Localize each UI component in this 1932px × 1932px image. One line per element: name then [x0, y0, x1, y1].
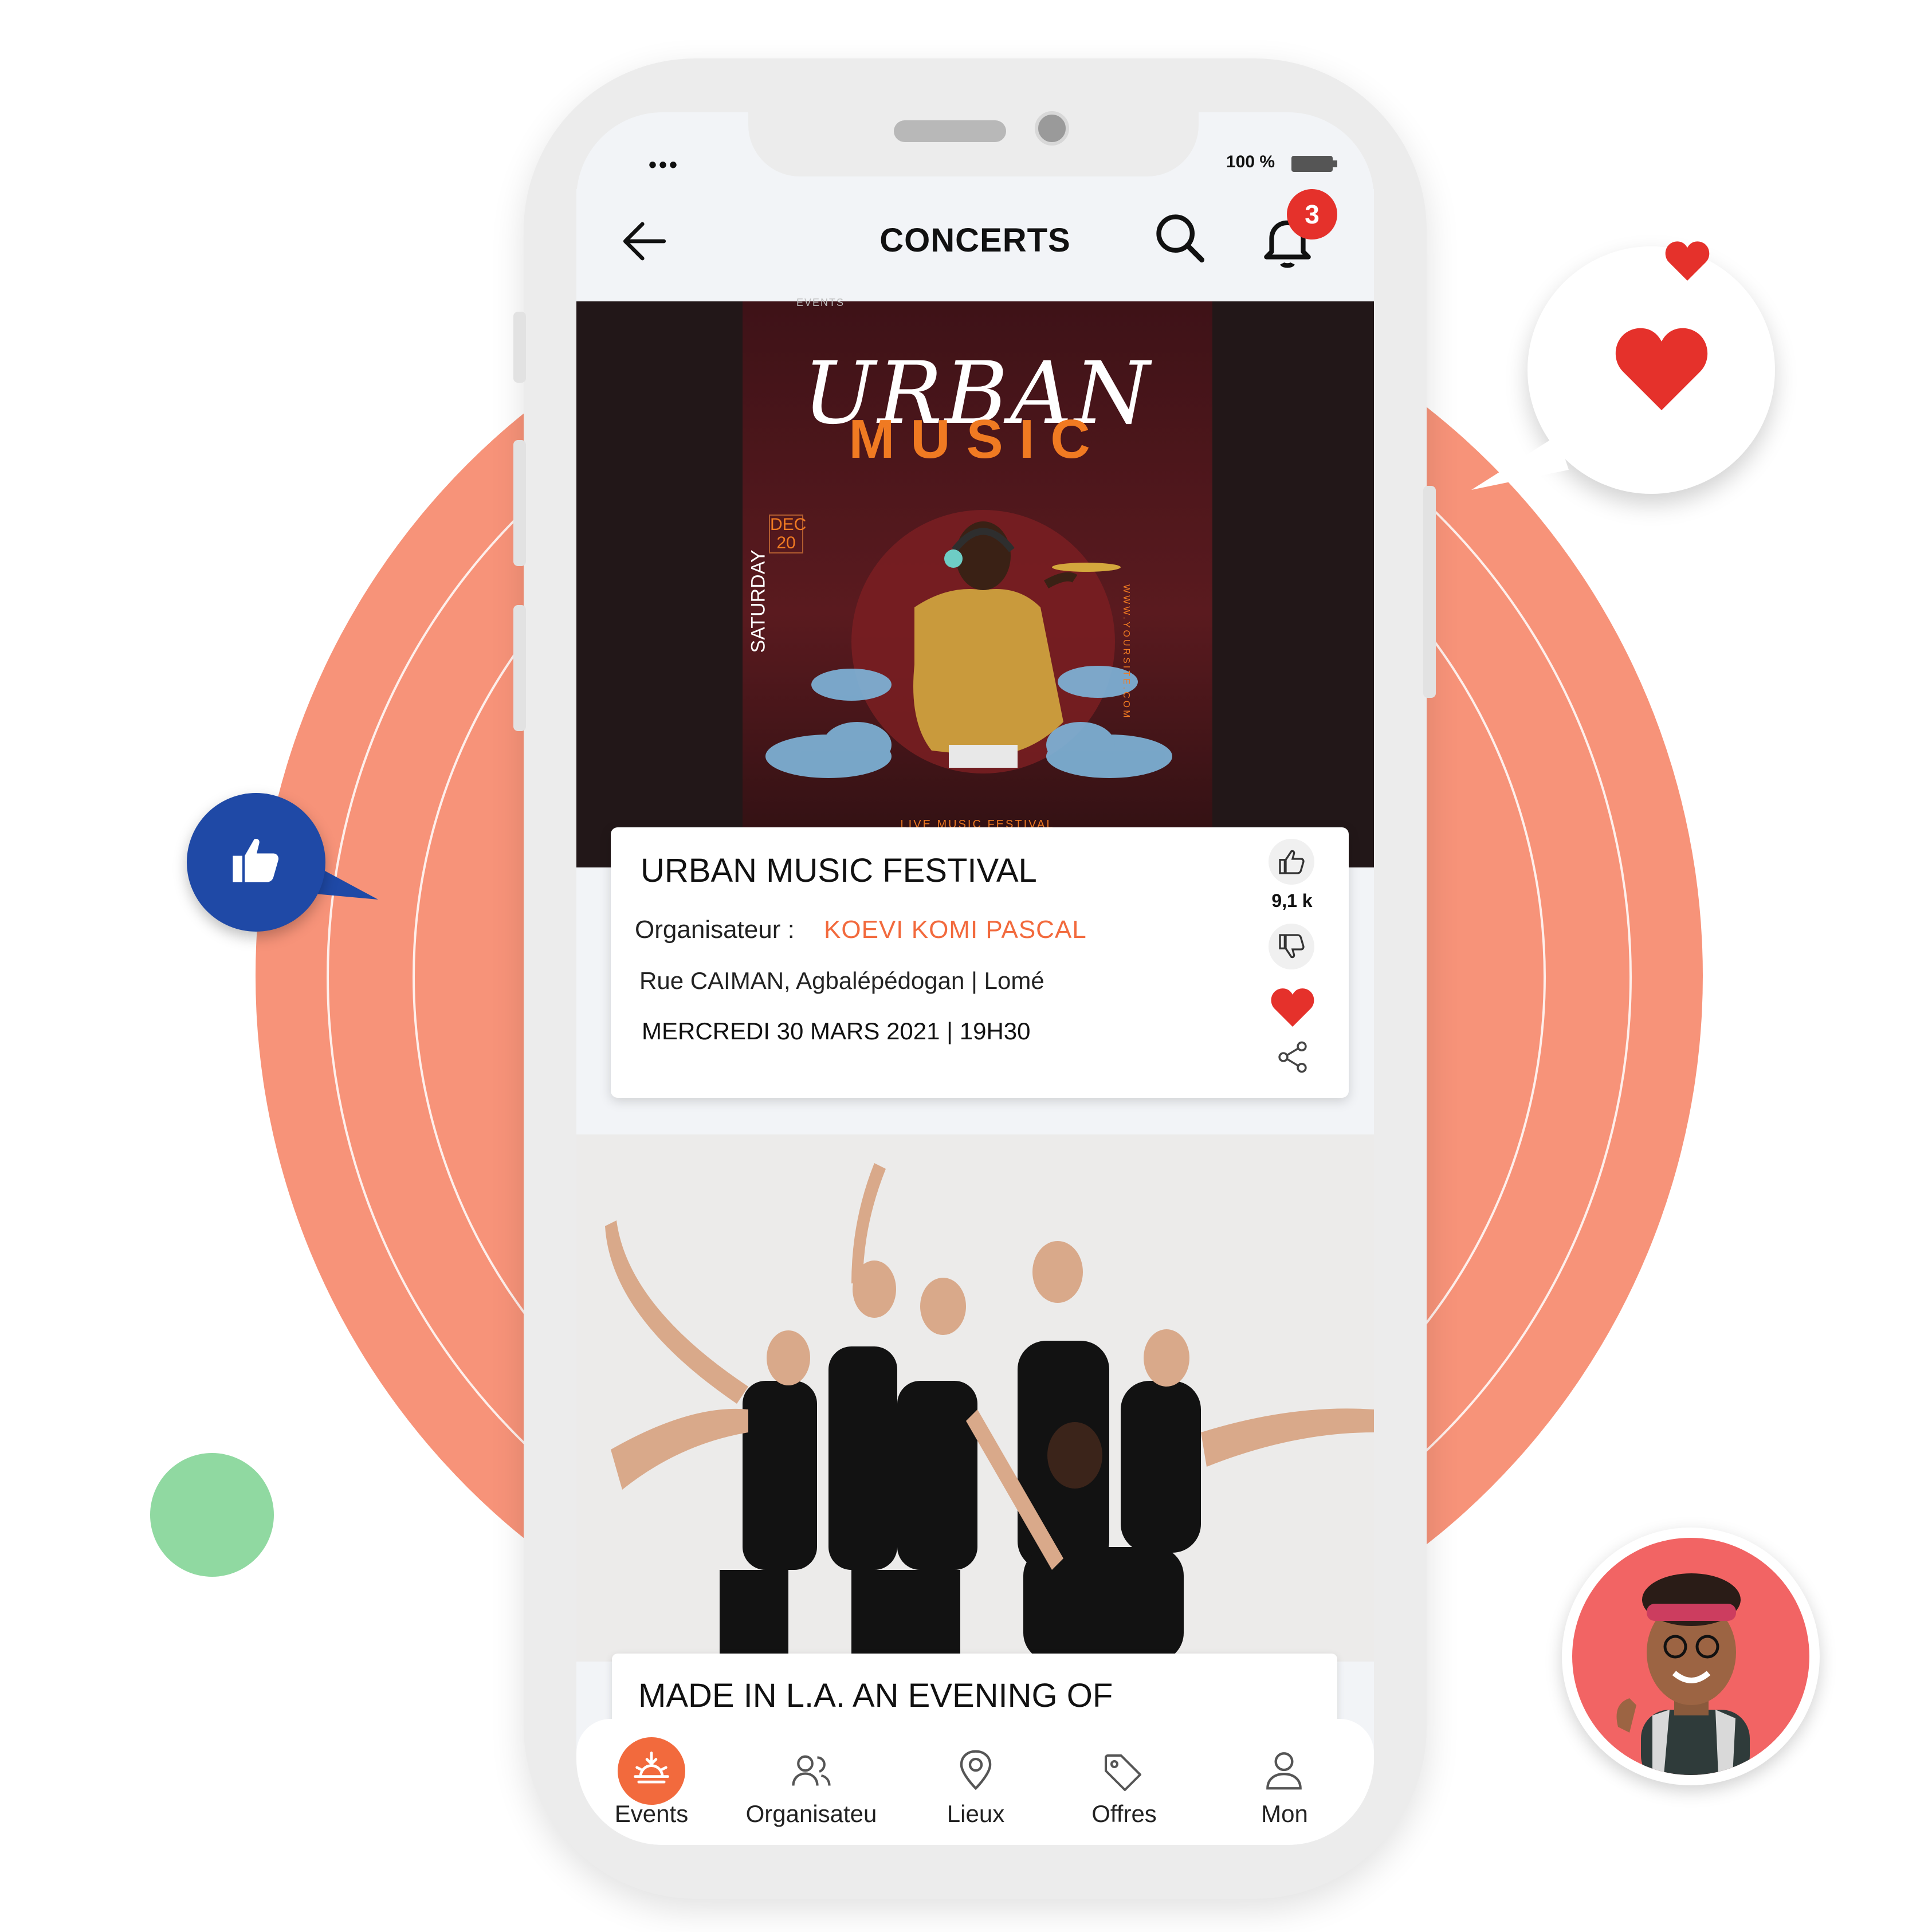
dislike-button[interactable] [1269, 924, 1314, 969]
share-icon[interactable] [1274, 1037, 1311, 1077]
side-button [513, 605, 526, 731]
thumbs-down-icon [1279, 934, 1305, 959]
location-pin-icon[interactable] [951, 1745, 1000, 1794]
poster-month: DEC [770, 515, 807, 534]
organizer-name[interactable]: KOEVI KOMI PASCAL [824, 916, 1087, 944]
event-datetime: MERCREDI 30 MARS 2021 | 19H30 [642, 1018, 1031, 1044]
poster-weekday: SATURDAY [747, 549, 769, 653]
avatar [1572, 1538, 1809, 1775]
camera [1035, 111, 1069, 146]
search-icon[interactable] [1152, 210, 1209, 267]
event-address: Rue CAIMAN, Agbalépédogan | Lomé [639, 967, 1044, 994]
event-image[interactable] [576, 1134, 1374, 1662]
nav-item-mon[interactable]: Mon [1238, 1800, 1332, 1828]
side-button [513, 440, 526, 566]
page-title: CONCERTS [879, 222, 1071, 259]
side-button [1423, 486, 1436, 698]
poster-website: WWW.YOURSITE.COM [1121, 584, 1131, 720]
nav-item-offres[interactable]: Offres [1077, 1800, 1171, 1828]
favorite-heart-icon[interactable] [1269, 984, 1317, 1029]
tag-icon[interactable] [1100, 1750, 1146, 1796]
poster-subtitle: MUSIC [849, 409, 1106, 470]
poster-artwork [765, 510, 1172, 778]
organizer-label: Organisateur : [635, 916, 795, 944]
sunrise-icon[interactable] [630, 1748, 673, 1791]
event-title[interactable]: URBAN MUSIC FESTIVAL [641, 851, 1037, 890]
thumbs-up-icon [233, 838, 279, 882]
thumbs-up-icon [1279, 850, 1305, 874]
users-icon[interactable] [787, 1748, 835, 1796]
heart-icon [1615, 328, 1708, 410]
poster-brand: EVENTS [796, 297, 845, 308]
decorative-dot [150, 1453, 274, 1577]
notification-badge: 3 [1287, 189, 1337, 239]
side-button [513, 312, 526, 383]
nav-item-organisateurs[interactable]: Organisateu [725, 1800, 897, 1828]
user-icon[interactable] [1259, 1745, 1309, 1794]
poster-date-badge: DEC 20 [769, 515, 807, 553]
signal-dots: ••• [649, 152, 680, 178]
speaker [894, 120, 1006, 142]
nav-item-events[interactable]: Events [605, 1800, 698, 1828]
small-heart-icon [1665, 241, 1710, 281]
like-button[interactable] [1269, 839, 1314, 885]
poster-day-number: 20 [776, 533, 796, 552]
battery-tip [1333, 160, 1337, 167]
event-title[interactable]: MADE IN L.A. AN EVENING OF [638, 1676, 1113, 1715]
dancers-photo [576, 1134, 1374, 1662]
likes-count: 9,1 k [1271, 890, 1313, 911]
battery-icon [1291, 156, 1333, 172]
nav-item-lieux[interactable]: Lieux [928, 1800, 1023, 1828]
bubble-tail [1471, 435, 1569, 490]
battery-percent: 100 % [1226, 152, 1275, 171]
